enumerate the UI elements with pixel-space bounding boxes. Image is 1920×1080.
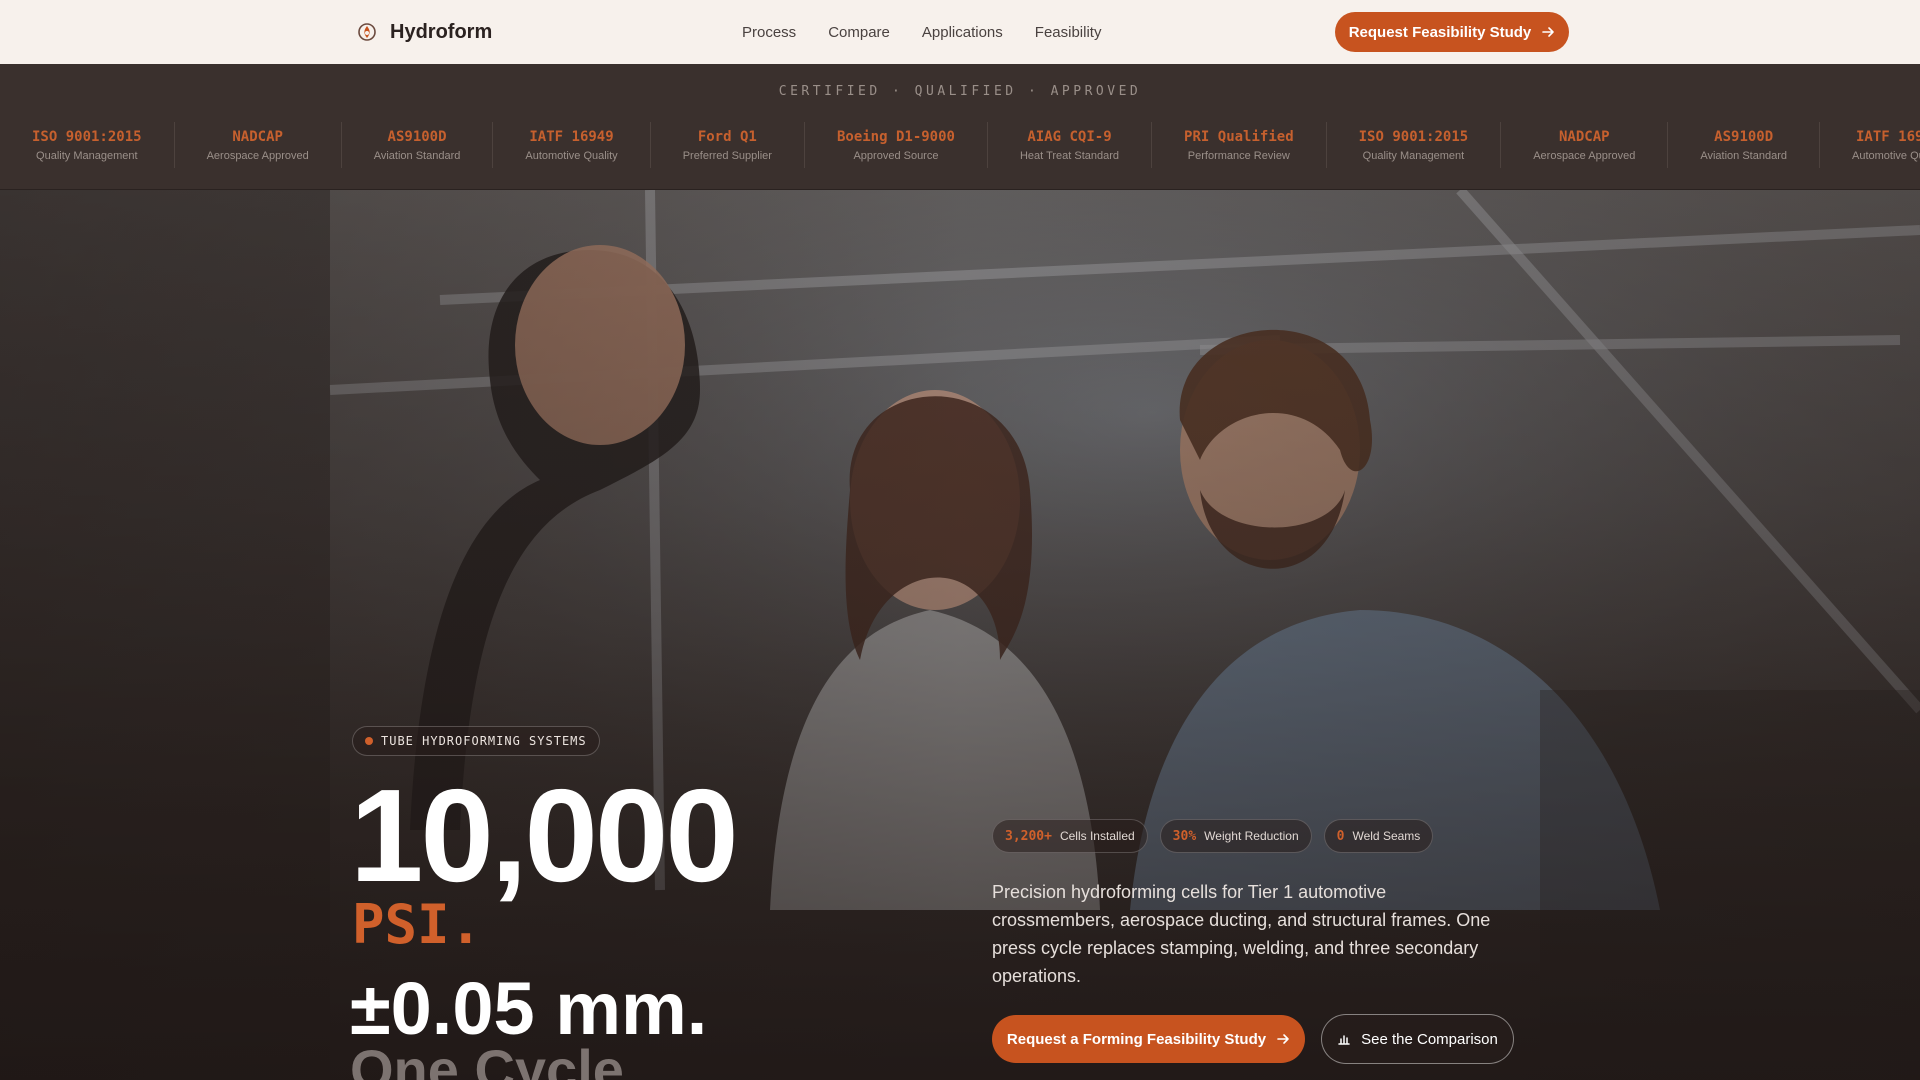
certification-heading: CERTIFIED · QUALIFIED · APPROVED [778, 84, 1142, 99]
hero-badge: TUBE HYDROFORMING SYSTEMS [352, 726, 600, 756]
stat-weld-seams: 0 Weld Seams [1323, 819, 1434, 853]
certification-name: Ford Q1 [697, 128, 757, 145]
nav-link-feasibility[interactable]: Feasibility [1035, 24, 1102, 41]
certification-name: AIAG CQI-9 [1027, 128, 1112, 145]
see-comparison-label: See the Comparison [1361, 1030, 1498, 1048]
hero-tolerance: ±0.05 mm. [350, 967, 708, 1050]
stat-label: Weld Seams [1352, 829, 1421, 843]
certification-name: NADCAP [232, 128, 283, 145]
certification-item: ISO 9001:2015 Quality Management [0, 122, 175, 168]
certification-name: AS9100D [1714, 128, 1774, 145]
certification-item: ISO 9001:2015 Quality Management [1327, 122, 1502, 168]
certification-description: Aviation Standard [1700, 149, 1787, 162]
brand[interactable]: Hydroform [358, 0, 492, 64]
certification-name: PRI Qualified [1184, 128, 1294, 145]
certification-name: Boeing D1-9000 [836, 128, 955, 145]
hero-pressure-unit: PSI. [352, 893, 483, 956]
hydroform-logo-icon [358, 23, 376, 41]
status-dot-icon [365, 737, 373, 745]
nav-link-process[interactable]: Process [742, 24, 796, 41]
certification-description: Automotive Quality [525, 149, 618, 162]
certification-description: Quality Management [36, 149, 138, 162]
stat-value: 3,200+ [1005, 828, 1052, 844]
stat-label: Cells Installed [1059, 829, 1135, 843]
certification-description: Aviation Standard [373, 149, 461, 162]
certification-item: Boeing D1-9000 Approved Source [805, 122, 988, 168]
request-forming-feasibility-label: Request a Forming Feasibility Study [1006, 1030, 1267, 1048]
stat-label: Weight Reduction [1204, 829, 1299, 843]
stat-value: 30% [1172, 828, 1197, 844]
certification-name: NADCAP [1558, 128, 1610, 145]
nav-links: Process Compare Applications Feasibility [742, 0, 1101, 64]
stat-value: 0 [1336, 828, 1345, 844]
bar-chart-icon [1338, 1035, 1350, 1045]
certification-name: ISO 9001:2015 [32, 128, 142, 145]
hero-overlay [0, 190, 1920, 1080]
nav-link-applications[interactable]: Applications [922, 24, 1003, 41]
certification-description: Preferred Supplier [682, 149, 772, 162]
hero-badge-label: TUBE HYDROFORMING SYSTEMS [381, 734, 587, 748]
stat-weight-reduction: 30% Weight Reduction [1159, 819, 1312, 853]
certification-item: AIAG CQI-9 Heat Treat Standard [988, 122, 1153, 168]
certification-item: PRI Qualified Performance Review [1152, 122, 1327, 168]
certification-description: Quality Management [1362, 149, 1465, 162]
certification-name: IATF 16949 [1856, 128, 1920, 145]
hero-cycle: One Cycle. [350, 1038, 640, 1080]
request-feasibility-button[interactable]: Request Feasibility Study [1335, 12, 1569, 52]
request-forming-feasibility-button[interactable]: Request a Forming Feasibility Study [992, 1015, 1305, 1063]
see-comparison-button[interactable]: See the Comparison [1321, 1014, 1514, 1064]
certification-name: AS9100D [387, 128, 447, 145]
nav-link-compare[interactable]: Compare [828, 24, 890, 41]
arrow-right-icon [1542, 27, 1555, 37]
certification-description: Heat Treat Standard [1019, 149, 1120, 162]
certification-description: Approved Source [853, 149, 939, 162]
certification-strip: CERTIFIED · QUALIFIED · APPROVED ISO 900… [0, 64, 1920, 190]
certification-item: Ford Q1 Preferred Supplier [651, 122, 805, 168]
certification-name: IATF 16949 [529, 128, 614, 145]
arrow-right-icon [1277, 1034, 1289, 1044]
certification-description: Performance Review [1187, 149, 1290, 162]
certification-list: ISO 9001:2015 Quality Management NADCAP Aer… [0, 122, 1920, 168]
certification-description: Aerospace Approved [206, 149, 309, 162]
certification-item: IATF 16949 Automotive Quality [493, 122, 651, 168]
hero: TUBE HYDROFORMING SYSTEMS 10,000 PSI. ±0… [0, 190, 1920, 1080]
certification-item: NADCAP Aerospace Approved [175, 122, 342, 168]
top-nav: Hydroform Process Compare Applications F… [0, 0, 1920, 64]
certification-description: Automotive Quality [1851, 149, 1920, 162]
stat-cells-installed: 3,200+ Cells Installed [992, 819, 1148, 853]
request-feasibility-label: Request Feasibility Study [1348, 23, 1532, 41]
hero-stats: 3,200+ Cells Installed 30% Weight Reduct… [992, 819, 1434, 853]
certification-description: Aerospace Approved [1533, 149, 1636, 162]
hero-pressure-number: 10,000 [350, 762, 739, 909]
certification-item: AS9100D Aviation Standard [342, 122, 494, 168]
brand-name: Hydroform [390, 20, 493, 43]
certification-item: NADCAP Aerospace Approved [1501, 122, 1669, 168]
certification-item: IATF 16949 Automotive Quality [1820, 122, 1920, 168]
certification-item: AS9100D Aviation Standard [1668, 122, 1820, 168]
certification-name: ISO 9001:2015 [1358, 128, 1469, 145]
hero-description: Precision hydroforming cells for Tier 1 … [992, 882, 1491, 986]
